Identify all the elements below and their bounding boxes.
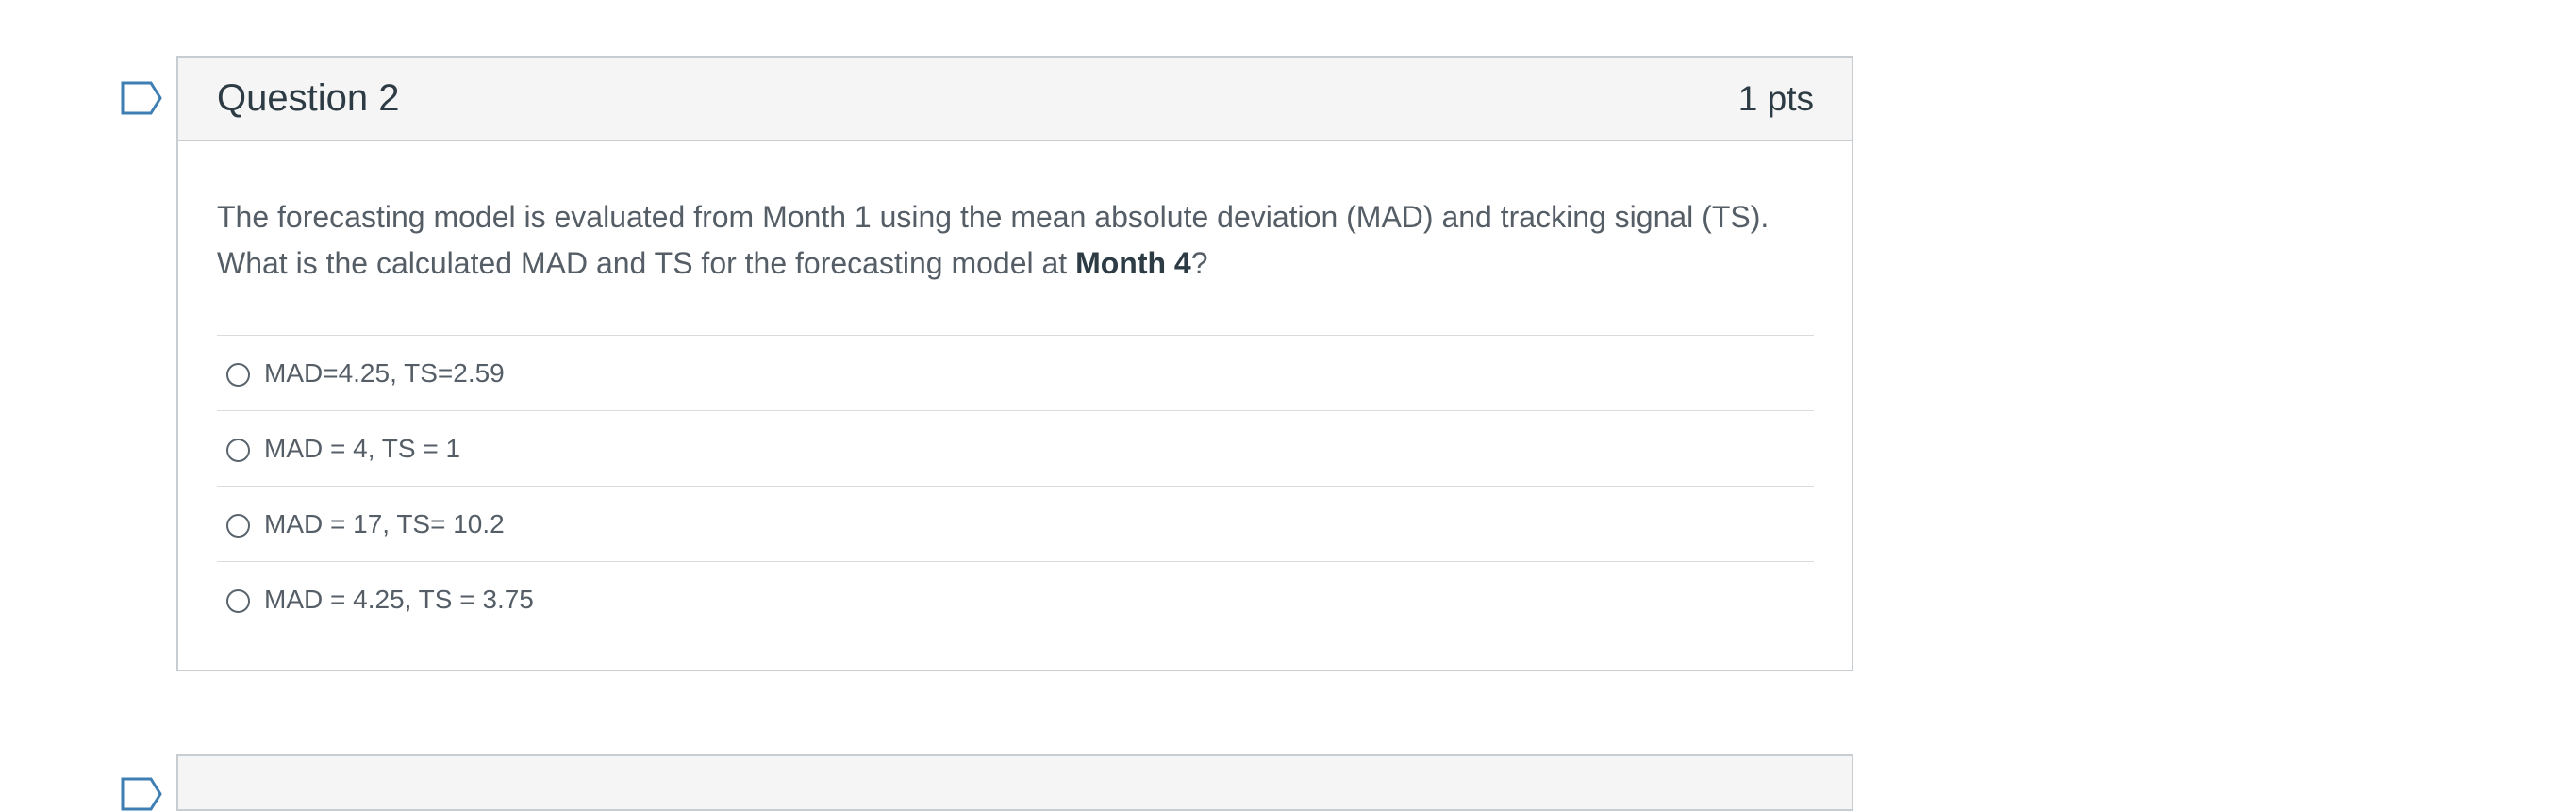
radio-button[interactable]	[226, 589, 250, 613]
answer-option-2[interactable]: MAD = 4, TS = 1	[217, 411, 1814, 487]
answer-label: MAD = 17, TS= 10.2	[264, 508, 505, 538]
question-body: The forecasting model is evaluated from …	[178, 194, 1852, 637]
answer-list: MAD=4.25, TS=2.59 MAD = 4, TS = 1 MAD = …	[217, 335, 1814, 637]
radio-button[interactable]	[226, 363, 250, 387]
answer-option-3[interactable]: MAD = 17, TS= 10.2	[217, 487, 1814, 562]
question-title: Question 2	[217, 77, 400, 119]
question-card: Question 2 1 pts The forecasting model i…	[176, 56, 1853, 671]
question-points: 1 pts	[1737, 78, 1814, 118]
answer-option-1[interactable]: MAD=4.25, TS=2.59	[217, 336, 1814, 411]
answer-label: MAD = 4, TS = 1	[264, 433, 461, 463]
next-question-card	[176, 754, 1853, 811]
question-text: The forecasting model is evaluated from …	[217, 194, 1820, 287]
question-text-end: ?	[1190, 246, 1208, 280]
question-text-emphasis: Month 4	[1075, 246, 1191, 280]
question-text-part: The forecasting model is evaluated from …	[217, 200, 1770, 280]
question-header: Question 2 1 pts	[178, 58, 1852, 141]
flag-question-icon[interactable]	[121, 81, 162, 115]
answer-label: MAD = 4.25, TS = 3.75	[264, 584, 534, 614]
flag-next-question-icon[interactable]	[121, 777, 162, 811]
radio-button[interactable]	[226, 514, 250, 538]
answer-label: MAD=4.25, TS=2.59	[264, 357, 505, 388]
answer-option-4[interactable]: MAD = 4.25, TS = 3.75	[217, 562, 1814, 637]
radio-button[interactable]	[226, 439, 250, 462]
